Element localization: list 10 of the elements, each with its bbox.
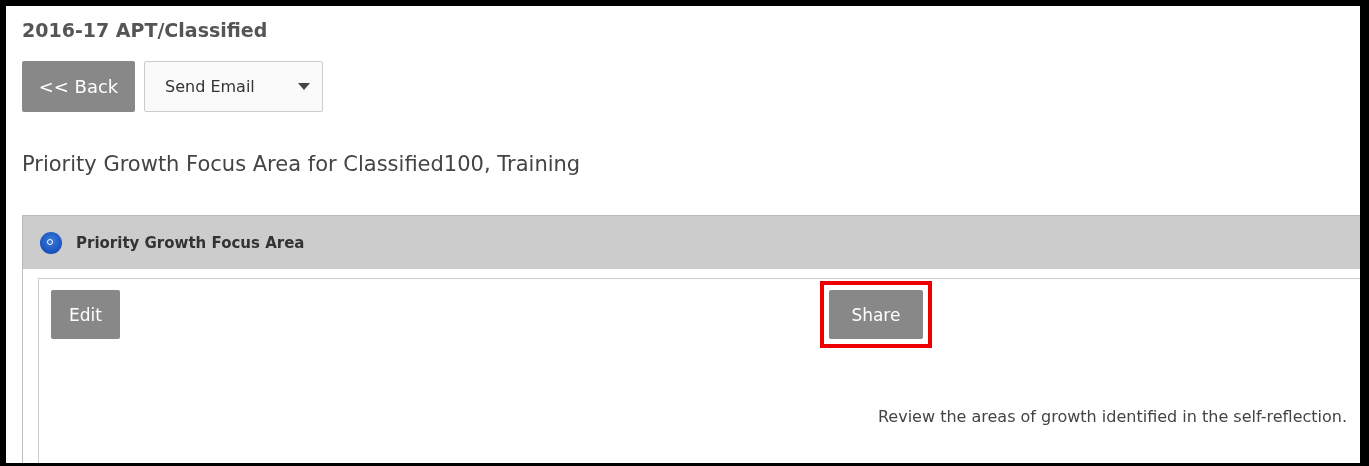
page-heading: Priority Growth Focus Area for Classified100, Training [22, 151, 582, 178]
send-email-button[interactable]: Send Email [144, 61, 323, 112]
panel-button[interactable]: Edit [51, 290, 120, 339]
caret-icon[interactable] [298, 83, 310, 90]
instruction-text: Review the areas of growth identified in the self-reflection. [876, 407, 1348, 426]
circle-icon [40, 231, 62, 254]
page-title: 2016-17 APT/Classified [22, 18, 269, 42]
back-button[interactable]: << Back [22, 61, 135, 112]
panel-button[interactable]: Share [828, 290, 923, 339]
panel-title: Priority Growth Focus Area [76, 233, 305, 252]
